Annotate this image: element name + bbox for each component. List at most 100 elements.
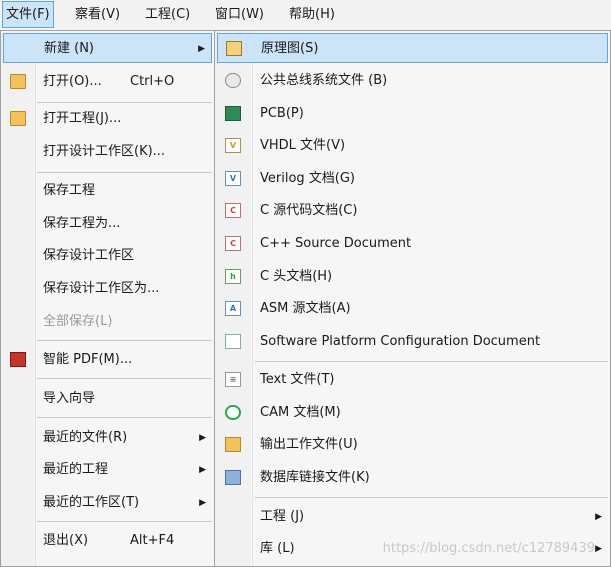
menu-separator <box>37 172 212 173</box>
menu-item-label: 保存工程为... <box>43 216 121 231</box>
menu-item-c-source[interactable]: C C 源代码文档(C) <box>217 196 608 226</box>
menu-item-label: 保存设计工作区 <box>43 248 135 263</box>
menu-separator <box>255 497 608 498</box>
submenu-arrow-icon: ▶ <box>199 465 206 475</box>
menu-item-exit[interactable]: 退出(X) Alt+F4 <box>3 526 212 556</box>
open-project-icon <box>10 111 26 126</box>
menu-item-asm-source[interactable]: A ASM 源文档(A) <box>217 294 608 324</box>
menu-item-cam-document[interactable]: CAM 文档(M) <box>217 398 608 428</box>
database-link-icon <box>225 470 241 485</box>
menu-item-bus-system-file[interactable]: 公共总线系统文件 (B) <box>217 66 608 96</box>
menu-separator <box>37 340 212 341</box>
menu-item-label: 全部保存(L) <box>43 314 113 329</box>
bus-system-icon <box>225 73 241 88</box>
menu-item-label: 打开(O)... <box>43 74 102 89</box>
menu-item-verilog-file[interactable]: V Verilog 文档(G) <box>217 164 608 194</box>
menu-item-label: C 源代码文档(C) <box>260 203 358 218</box>
smart-pdf-icon <box>10 352 26 367</box>
menu-item-label: 数据库链接文件(K) <box>260 470 370 485</box>
menu-item-label: 新建 (N) <box>44 41 95 56</box>
menu-item-label: 库 (L) <box>260 541 295 556</box>
file-menu: 新建 (N) ▶ 打开(O)... Ctrl+O 打开工程(J)... 打开设计… <box>0 30 215 567</box>
menu-item-software-platform-config[interactable]: Software Platform Configuration Document <box>217 327 608 357</box>
menu-file[interactable]: 文件(F) <box>2 1 54 28</box>
open-folder-icon <box>10 74 26 89</box>
menu-item-c-header[interactable]: h C 头文档(H) <box>217 262 608 292</box>
menu-item-label: 智能 PDF(M)... <box>43 352 133 367</box>
menu-item-label: CAM 文档(M) <box>260 405 341 420</box>
menu-item-recent-projects[interactable]: 最近的工程 ▶ <box>3 455 212 485</box>
menu-item-label: Software Platform Configuration Document <box>260 334 541 349</box>
cam-document-icon <box>225 405 241 420</box>
menu-item-label: ASM 源文档(A) <box>260 301 351 316</box>
menu-item-label: PCB(P) <box>260 106 304 121</box>
c-source-icon: C <box>225 203 241 218</box>
menu-item-database-link[interactable]: 数据库链接文件(K) <box>217 463 608 493</box>
submenu-arrow-icon: ▶ <box>198 44 205 54</box>
menu-item-label: VHDL 文件(V) <box>260 138 346 153</box>
menu-item-label: 打开设计工作区(K)... <box>43 144 166 159</box>
menu-item-label: 导入向导 <box>43 391 96 406</box>
menu-item-label: 保存设计工作区为... <box>43 281 160 296</box>
menu-item-schematic[interactable]: 原理图(S) <box>217 33 608 63</box>
menu-item-smart-pdf[interactable]: 智能 PDF(M)... <box>3 345 212 375</box>
software-platform-icon <box>225 334 241 349</box>
menu-item-output-job[interactable]: 输出工作文件(U) <box>217 430 608 460</box>
menu-item-project[interactable]: 工程 (J) ▶ <box>217 502 608 532</box>
menu-item-label: 输出工作文件(U) <box>260 437 358 452</box>
menu-item-pcb[interactable]: PCB(P) <box>217 99 608 129</box>
submenu-arrow-icon: ▶ <box>595 544 602 554</box>
menu-item-label: 打开工程(J)... <box>43 111 122 126</box>
vhdl-file-icon: V <box>225 138 241 153</box>
menu-window[interactable]: 窗口(W) <box>212 2 267 27</box>
menu-item-shortcut: Alt+F4 <box>130 533 175 548</box>
menu-item-vhdl-file[interactable]: V VHDL 文件(V) <box>217 131 608 161</box>
menu-item-label: C++ Source Document <box>260 236 412 251</box>
menu-item-save-all: 全部保存(L) <box>3 307 212 337</box>
menu-separator <box>37 378 212 379</box>
menu-item-open-project[interactable]: 打开工程(J)... <box>3 104 212 134</box>
menu-separator <box>37 521 212 522</box>
menu-item-recent-files[interactable]: 最近的文件(R) ▶ <box>3 423 212 453</box>
menu-item-label: 保存工程 <box>43 183 96 198</box>
menu-separator <box>37 102 212 103</box>
submenu-arrow-icon: ▶ <box>199 433 206 443</box>
new-submenu: 原理图(S) 公共总线系统文件 (B) PCB(P) V VHDL 文件(V) … <box>214 30 611 567</box>
menu-item-label: 退出(X) <box>43 533 89 548</box>
menu-item-label: Verilog 文档(G) <box>260 171 356 186</box>
menu-item-recent-workspaces[interactable]: 最近的工作区(T) ▶ <box>3 488 212 518</box>
menu-item-save-project-as[interactable]: 保存工程为... <box>3 209 212 239</box>
menu-help[interactable]: 帮助(H) <box>286 2 338 27</box>
cpp-source-icon: C <box>225 236 241 251</box>
submenu-arrow-icon: ▶ <box>595 512 602 522</box>
menu-item-label: 原理图(S) <box>261 41 319 56</box>
menu-item-label: 公共总线系统文件 (B) <box>260 73 388 88</box>
menu-item-label: 最近的文件(R) <box>43 430 128 445</box>
menu-item-save-project[interactable]: 保存工程 <box>3 176 212 206</box>
menu-project[interactable]: 工程(C) <box>142 2 193 27</box>
menu-bar: 文件(F) 察看(V) 工程(C) 窗口(W) 帮助(H) <box>0 0 611 31</box>
menu-item-label: 工程 (J) <box>260 509 305 524</box>
menu-item-save-workspace[interactable]: 保存设计工作区 <box>3 241 212 271</box>
menu-item-label: 最近的工作区(T) <box>43 495 140 510</box>
menu-item-cpp-source[interactable]: C C++ Source Document <box>217 229 608 259</box>
menu-item-text-file[interactable]: ≡ Text 文件(T) <box>217 365 608 395</box>
menu-item-save-workspace-as[interactable]: 保存设计工作区为... <box>3 274 212 304</box>
menu-item-shortcut: Ctrl+O <box>130 74 175 89</box>
schematic-icon <box>226 41 242 56</box>
text-file-icon: ≡ <box>225 372 241 387</box>
verilog-file-icon: V <box>225 171 241 186</box>
menu-item-new[interactable]: 新建 (N) ▶ <box>3 33 212 63</box>
menu-item-label: 最近的工程 <box>43 462 109 477</box>
asm-source-icon: A <box>225 301 241 316</box>
menu-view[interactable]: 察看(V) <box>72 2 123 27</box>
menu-item-open-workspace[interactable]: 打开设计工作区(K)... <box>3 137 212 167</box>
menu-separator <box>37 417 212 418</box>
c-header-icon: h <box>225 269 241 284</box>
menu-item-import-wizard[interactable]: 导入向导 <box>3 384 212 414</box>
menu-item-open[interactable]: 打开(O)... Ctrl+O <box>3 67 212 97</box>
submenu-arrow-icon: ▶ <box>199 498 206 508</box>
menu-item-label: C 头文档(H) <box>260 269 333 284</box>
pcb-icon <box>225 106 241 121</box>
menu-separator <box>255 361 608 362</box>
